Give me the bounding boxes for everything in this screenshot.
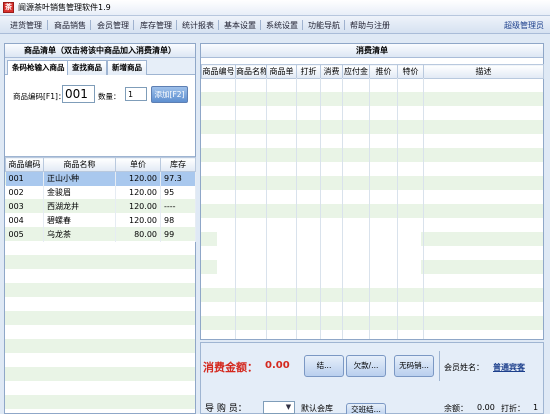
cell-code: 005: [5, 227, 44, 242]
product-table: 商品编码 商品名称 单价 库存 001 正山小种 120.00 97.3 002…: [5, 157, 196, 242]
cell-stock: ----: [160, 199, 196, 214]
shift-handover-button[interactable]: 交班结...: [346, 403, 386, 414]
debt-button[interactable]: 欠款/...: [346, 355, 386, 377]
col-push-price[interactable]: 推价: [369, 64, 398, 79]
menu-help[interactable]: 帮助与注册: [348, 19, 392, 32]
balance-value: 0.00: [477, 403, 495, 412]
discount-value: 1: [533, 403, 539, 412]
col-discount[interactable]: 打折: [296, 64, 321, 79]
member-name-link[interactable]: 普通宾客: [493, 362, 525, 373]
cell-name: 乌龙茶: [43, 227, 116, 242]
cell-code: 003: [5, 199, 44, 214]
product-list-title: 商品清单（双击将该中商品加入消费清单）: [5, 44, 195, 58]
balance-label: 余额：: [444, 404, 468, 413]
col-special-price[interactable]: 特价: [397, 64, 424, 79]
cell-name: 碧螺春: [43, 213, 116, 228]
cell-name: 正山小种: [43, 171, 116, 186]
table-row[interactable]: 002 金骏眉 120.00 95: [5, 185, 196, 200]
menu-navigation[interactable]: 功能导航: [306, 19, 342, 32]
barcode-input-area: 商品编码[F1]： 数量： 添加[F2]: [5, 75, 195, 157]
member-name-label: 会员姓名：: [444, 363, 484, 372]
checkout-bar: 消费金额： 0.00 结... 欠款/... 无码销... 会员姓名： 普通宾客…: [200, 342, 544, 414]
consumption-table: 商品编号 商品名称 商品单 打折 消费 应付金 推价 特价 描述: [201, 64, 544, 79]
quantity-input[interactable]: [125, 87, 147, 101]
consumption-list-title: 消费清单: [201, 44, 543, 58]
table-row[interactable]: 003 西湖龙井 120.00 ----: [5, 199, 196, 214]
add-product-button[interactable]: 添加[F2]: [151, 86, 188, 103]
cell-stock: 98: [160, 213, 196, 228]
cell-name: 西湖龙井: [43, 199, 116, 214]
cell-price: 120.00: [115, 213, 161, 228]
cell-code: 004: [5, 213, 44, 228]
col-consume[interactable]: 消费: [320, 64, 343, 79]
col-product-name[interactable]: 商品名称: [43, 157, 116, 172]
tab-new-product[interactable]: 新增商品: [107, 60, 147, 75]
chevron-down-icon[interactable]: ▼: [284, 403, 293, 412]
menu-member[interactable]: 会员管理: [95, 19, 131, 32]
col-unit-price[interactable]: 单价: [115, 157, 161, 172]
product-code-label: 商品编码[F1]：: [13, 92, 66, 101]
tab-barcode-input[interactable]: 条码枪输入商品: [7, 60, 70, 76]
table-row[interactable]: 004 碧螺春 120.00 98: [5, 213, 196, 228]
cell-price: 120.00: [115, 185, 161, 200]
product-tabs: 条码枪输入商品 查找商品 新增商品: [5, 58, 195, 76]
menu-purchase[interactable]: 进货管理: [8, 19, 44, 32]
cell-price: 80.00: [115, 227, 161, 242]
col-product-code[interactable]: 商品编码: [5, 157, 44, 172]
window-title: 阆源茶叶销售管理软件1.9: [18, 3, 111, 12]
menu-sales[interactable]: 商品销售: [52, 19, 88, 32]
cell-name: 金骏眉: [43, 185, 116, 200]
cell-code: 002: [5, 185, 44, 200]
col-item-unit[interactable]: 商品单: [266, 64, 297, 79]
col-item-name[interactable]: 商品名称: [235, 64, 267, 79]
consumption-list-panel: 消费清单 商品编号 商品名称 商品单 打折 消费 应付金 推价 特价 描述: [200, 43, 544, 340]
amount-label: 消费金额：: [203, 361, 258, 374]
menu-system-settings[interactable]: 系统设置: [264, 19, 300, 32]
amount-value: 0.00: [265, 360, 290, 371]
menu-basic-settings[interactable]: 基本设置: [222, 19, 258, 32]
quantity-label: 数量：: [98, 92, 121, 101]
tab-find-product[interactable]: 查找商品: [67, 60, 107, 75]
sales-guide-label: 导 购 员：: [205, 404, 247, 414]
cell-price: 120.00: [115, 199, 161, 214]
col-payable[interactable]: 应付金: [342, 64, 370, 79]
checkout-button[interactable]: 结...: [304, 355, 344, 377]
consumption-table-bg: [201, 78, 543, 339]
product-list-panel: 商品清单（双击将该中商品加入消费清单） 条码枪输入商品 查找商品 新增商品 商品…: [4, 43, 196, 414]
table-row[interactable]: 001 正山小种 120.00 97.3: [5, 171, 196, 186]
cell-stock: 99: [160, 227, 196, 242]
current-user: 超级管理员: [504, 21, 544, 30]
menu-stock[interactable]: 库存管理: [138, 19, 174, 32]
default-label: 默认会库: [301, 404, 333, 413]
col-stock[interactable]: 库存: [160, 157, 196, 172]
cell-stock: 95: [160, 185, 196, 200]
cell-code: 001: [5, 171, 44, 186]
col-description[interactable]: 描述: [423, 64, 544, 79]
no-code-sale-button[interactable]: 无码销...: [394, 355, 434, 377]
cell-price: 120.00: [115, 171, 161, 186]
menu-reports[interactable]: 统计报表: [180, 19, 216, 32]
col-item-no[interactable]: 商品编号: [201, 64, 236, 79]
app-icon: 茶: [3, 2, 14, 13]
table-row[interactable]: 005 乌龙茶 80.00 99: [5, 227, 196, 242]
product-code-input[interactable]: [62, 85, 95, 103]
cell-stock: 97.3: [160, 171, 196, 186]
discount-label: 打折：: [501, 404, 525, 413]
sales-guide-select[interactable]: ▼: [263, 401, 295, 414]
title-bar: 茶 阆源茶叶销售管理软件1.9: [0, 0, 550, 16]
menu-bar: 进货管理 商品销售 会员管理 库存管理 统计报表 基本设置 系统设置 功能导航 …: [0, 16, 550, 34]
